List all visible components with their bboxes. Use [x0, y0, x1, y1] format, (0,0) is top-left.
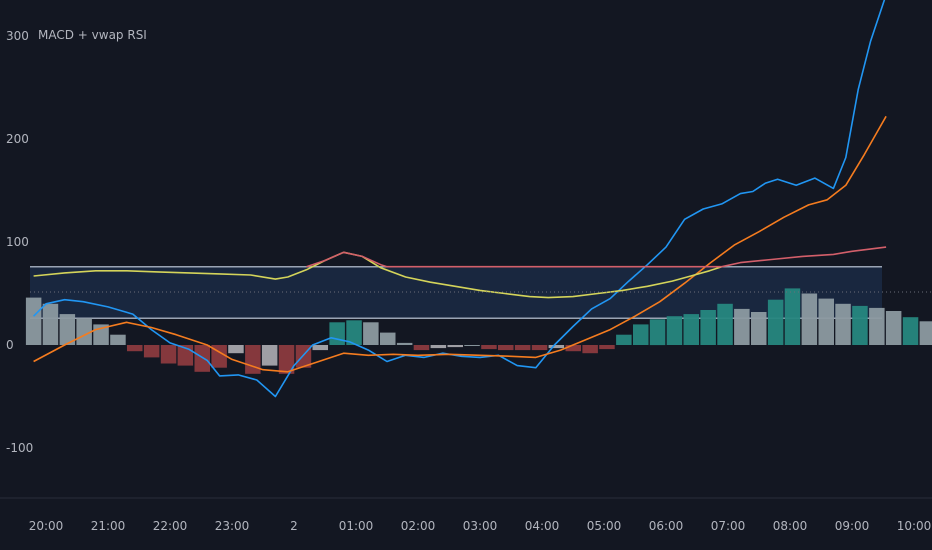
macd-rsi-chart[interactable]: 300 200 100 0 -100 20:00 21:00 22:00 23:00 2 01:0… — [0, 0, 932, 550]
histogram-bar — [700, 310, 716, 345]
histogram-bar — [751, 312, 767, 345]
x-tick-label: 05:00 — [587, 519, 622, 533]
histogram-bar — [885, 311, 902, 345]
histogram-bar — [25, 297, 42, 345]
x-tick-label: 22:00 — [153, 519, 188, 533]
y-tick-label: 100 — [6, 235, 29, 249]
x-tick-label: 08:00 — [773, 519, 808, 533]
histogram-bar — [42, 303, 59, 345]
y-tick-label: -100 — [6, 441, 33, 455]
histogram-bar — [430, 345, 447, 349]
histogram-bar — [396, 342, 413, 345]
histogram-bar — [835, 303, 851, 345]
x-tick-label: 2 — [290, 519, 298, 533]
histogram-bar — [902, 317, 919, 345]
histogram-bar — [447, 345, 463, 348]
x-tick-label: 21:00 — [91, 519, 126, 533]
histogram-bar — [717, 303, 733, 345]
histogram-bar — [649, 319, 666, 346]
histogram-bar — [312, 345, 328, 351]
histogram-bar — [919, 321, 932, 345]
histogram-bar — [245, 345, 261, 374]
x-axis: 20:00 21:00 22:00 23:00 2 01:00 02:00 03:00 04:0… — [29, 519, 932, 533]
histogram-bar — [531, 345, 548, 351]
y-tick-label: 300 — [6, 29, 29, 43]
histogram-bar — [228, 345, 244, 354]
x-tick-label: 04:00 — [525, 519, 560, 533]
histogram-bar — [616, 334, 632, 345]
histogram-bar — [666, 316, 683, 345]
x-tick-label: 01:00 — [339, 519, 374, 533]
histogram-bar — [143, 345, 160, 358]
histogram-bar — [683, 314, 699, 345]
histogram-bar — [548, 345, 565, 349]
histogram-bar — [818, 298, 834, 345]
x-tick-label: 03:00 — [463, 519, 498, 533]
y-tick-label: 0 — [6, 338, 14, 352]
chart-title: MACD + vwap RSI — [38, 28, 147, 42]
histogram-bar — [498, 345, 514, 351]
histogram-bar — [869, 307, 885, 345]
histogram-bar — [110, 334, 126, 345]
x-tick-label: 06:00 — [649, 519, 684, 533]
histogram-bar — [160, 345, 177, 364]
histogram-bar — [852, 305, 868, 345]
histogram-bar — [633, 324, 649, 345]
histogram-bar — [582, 345, 598, 354]
x-tick-label: 09:00 — [835, 519, 870, 533]
histogram-bar — [380, 332, 396, 345]
histogram-bar — [565, 345, 581, 352]
histogram-bar — [464, 345, 480, 346]
histogram-bar — [413, 345, 430, 351]
x-tick-label: 02:00 — [401, 519, 436, 533]
histogram-bar — [76, 318, 92, 345]
histogram-bar — [599, 345, 615, 350]
y-tick-label: 200 — [6, 132, 29, 146]
x-tick-label: 10:00 — [897, 519, 932, 533]
histogram-bar — [194, 345, 210, 372]
histogram-bar — [514, 345, 531, 351]
histogram-bar — [734, 308, 750, 345]
histogram-bar — [127, 345, 143, 352]
x-tick-label: 20:00 — [29, 519, 64, 533]
histogram-bar — [767, 299, 784, 345]
x-tick-label: 07:00 — [711, 519, 746, 533]
x-tick-label: 23:00 — [215, 519, 250, 533]
histogram-bar — [481, 345, 497, 350]
histogram-bar — [784, 288, 801, 345]
histogram-bar — [261, 345, 278, 366]
histogram-bar — [801, 293, 818, 345]
histogram-bar — [329, 322, 345, 345]
histogram-bar — [363, 322, 379, 345]
